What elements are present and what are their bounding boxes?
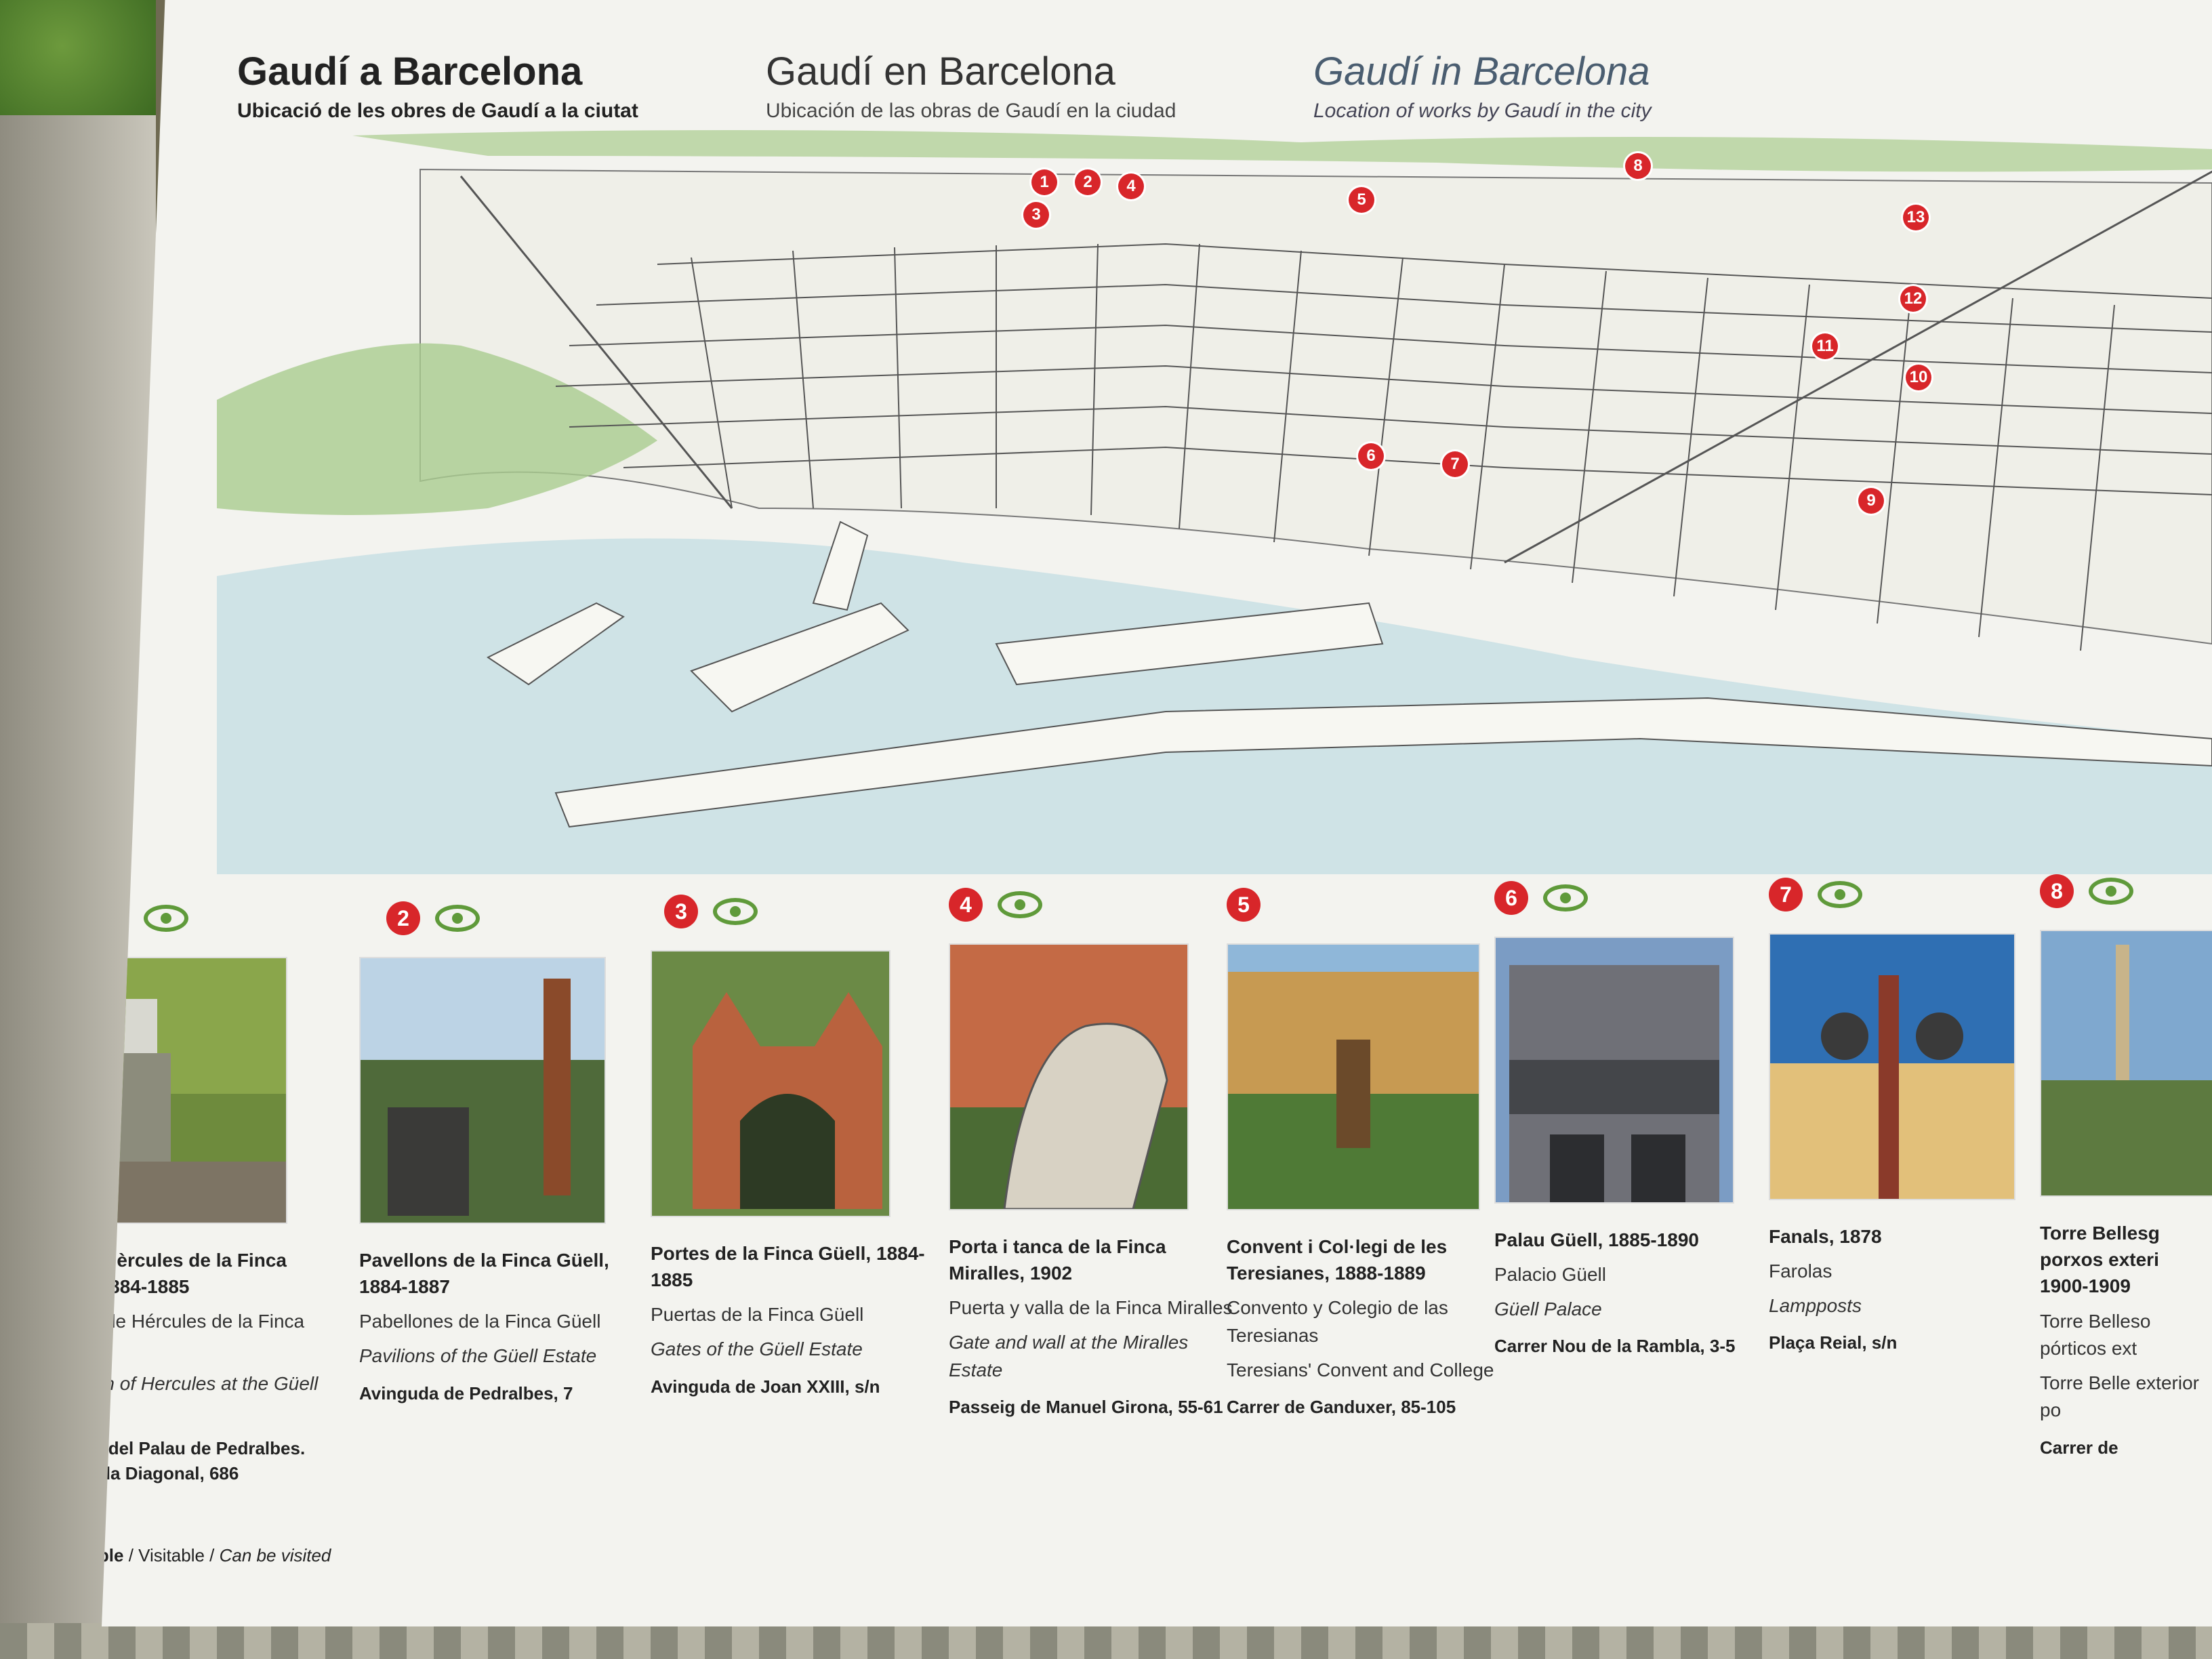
map-marker[interactable]: 13 (1903, 205, 1929, 230)
work-title-es: Palacio Güell (1494, 1264, 1606, 1286)
eye-icon (1543, 884, 1588, 912)
subtitle-text: Location of works by Gaudí in the city (1313, 100, 1652, 122)
subtitle-text: Ubicació de les obres de Gaudí a la ciut… (237, 100, 638, 122)
work-title-es: Farolas (1769, 1261, 1832, 1282)
number-badge: 4 (949, 888, 983, 922)
map-marker[interactable]: 2 (1075, 169, 1101, 195)
work-title: Porta i tanca de la Finca Miralles, 1902 (949, 1236, 1166, 1284)
number-badge: 8 (2040, 874, 2074, 908)
work-address: Carrer de (2040, 1437, 2118, 1458)
work-title: Portes de la Finca Güell, 1884-1885 (651, 1243, 925, 1291)
work-address: Avinguda de Pedralbes, 7 (359, 1382, 573, 1404)
title-text: Gaudí in Barcelona (1313, 49, 1650, 94)
work-title-en: Gates of the Güell Estate (651, 1338, 863, 1359)
work-title-en: Pavilions of the Güell Estate (359, 1345, 597, 1366)
map-marker[interactable]: 9 (1858, 488, 1884, 514)
work-title-es: Pabellones de la Finca Güell (359, 1311, 601, 1332)
card-text: Torre Bellesg porxos exteri 1900-1909 To… (2040, 1220, 2209, 1461)
eye-icon (144, 905, 188, 932)
map-marker[interactable]: 11 (1812, 333, 1838, 359)
subtitle-text: Ubicación de las obras de Gaudí en la ci… (766, 100, 1176, 122)
number-badge: 5 (1227, 888, 1261, 922)
map-marker[interactable]: 6 (1358, 443, 1384, 469)
card-badges: 4 (949, 888, 1042, 922)
card-text: Porta i tanca de la Finca Miralles, 1902… (949, 1233, 1233, 1420)
photo-gates (651, 950, 890, 1217)
eye-icon (435, 905, 480, 932)
card-badges: 8 (2040, 874, 2133, 908)
title-english: Gaudí in Barcelona Location of works by … (1313, 49, 1652, 123)
work-title-es: Puerta y valla de la Finca Miralles (949, 1297, 1233, 1319)
card-text: Fanals, 1878 Farolas Lampposts Plaça Rei… (1769, 1223, 2053, 1356)
work-title-es: Torre Belleso pórticos ext (2040, 1310, 2151, 1359)
title-catalan: Gaudí a Barcelona Ubicació de les obres … (237, 49, 638, 123)
card-text: Pavellons de la Finca Güell, 1884-1887 P… (359, 1247, 644, 1406)
work-title: Torre Bellesg porxos exteri 1900-1909 (2040, 1223, 2160, 1297)
map-marker[interactable]: 8 (1625, 153, 1651, 179)
work-title-en: Torre Belle exterior po (2040, 1372, 2199, 1421)
photo-lampposts (1769, 933, 2015, 1200)
map-marker[interactable]: 1 (1031, 169, 1057, 195)
work-title-es: Puertas de la Finca Güell (651, 1304, 864, 1326)
map-marker[interactable]: 5 (1349, 187, 1374, 213)
number-badge: 2 (386, 901, 420, 935)
work-address: Passeig de Manuel Girona, 55-61 (949, 1397, 1223, 1418)
card-text: Palau Güell, 1885-1890 Palacio Güell Güe… (1494, 1227, 1779, 1359)
work-title: Palau Güell, 1885-1890 (1494, 1229, 1699, 1250)
map-drawing (217, 129, 2212, 874)
eye-icon (2089, 878, 2133, 905)
number-badge: 7 (1769, 878, 1803, 912)
card-text: Portes de la Finca Güell, 1884-1885 Puer… (651, 1240, 935, 1399)
work-title: Convent i Col·legi de les Teresianes, 18… (1227, 1236, 1448, 1284)
work-address: Carrer Nou de la Rambla, 3-5 (1494, 1336, 1736, 1357)
map-marker[interactable]: 10 (1906, 365, 1931, 390)
card-badges: 5 (1227, 888, 1261, 922)
number-badge: 6 (1494, 881, 1528, 915)
sign-board: Gaudí a Barcelona Ubicació de les obres … (102, 0, 2212, 1626)
map-marker[interactable]: 7 (1442, 451, 1468, 477)
work-title-en: Lampposts (1769, 1294, 1862, 1316)
work-title: Fanals, 1878 (1769, 1226, 1882, 1247)
legend-english: Can be visited (219, 1545, 331, 1565)
number-badge: 3 (664, 895, 698, 928)
map-marker[interactable]: 3 (1023, 202, 1049, 228)
legend-separator: / (123, 1545, 139, 1565)
eye-icon (713, 898, 758, 925)
map-marker[interactable]: 12 (1900, 286, 1926, 312)
city-map-illustration: 1 2 3 4 5 6 7 8 9 10 11 12 13 (217, 129, 2212, 874)
map-marker[interactable]: 4 (1118, 173, 1144, 199)
work-title: Pavellons de la Finca Güell, 1884-1887 (359, 1250, 609, 1298)
photo-torre-bellesguard (2040, 930, 2212, 1197)
title-text: Gaudí en Barcelona (766, 49, 1115, 94)
card-badges: 3 (664, 895, 758, 928)
title-spanish: Gaudí en Barcelona Ubicación de las obra… (766, 49, 1176, 123)
eye-icon (1818, 881, 1862, 908)
work-title-es: Convento y Colegio de las Teresianas (1227, 1297, 1448, 1346)
legend-spanish: Visitable (138, 1545, 205, 1565)
floor-tiles (0, 1623, 2212, 1659)
legend-separator: / (204, 1545, 220, 1565)
photo-pavilions (359, 957, 606, 1224)
work-address: Avinguda de Joan XXIII, s/n (651, 1376, 880, 1397)
title-text: Gaudí a Barcelona (237, 49, 583, 94)
work-address: Plaça Reial, s/n (1769, 1332, 1898, 1353)
photo-palau-guell (1494, 937, 1734, 1204)
card-badges: 6 (1494, 881, 1588, 915)
photo-miralles-gate (949, 943, 1189, 1210)
card-badges: 7 (1769, 878, 1862, 912)
work-title-en: Teresians' Convent and College (1227, 1359, 1494, 1380)
background-foliage (0, 0, 156, 115)
card-badges: 2 (386, 901, 480, 935)
work-address: Carrer de Ganduxer, 85-105 (1227, 1397, 1456, 1418)
work-title-en: Gate and wall at the Miralles Estate (949, 1331, 1189, 1380)
photo-teresians (1227, 943, 1480, 1210)
card-text: Convent i Col·legi de les Teresianes, 18… (1227, 1233, 1511, 1420)
eye-icon (998, 891, 1042, 918)
work-title-en: Güell Palace (1494, 1298, 1602, 1319)
